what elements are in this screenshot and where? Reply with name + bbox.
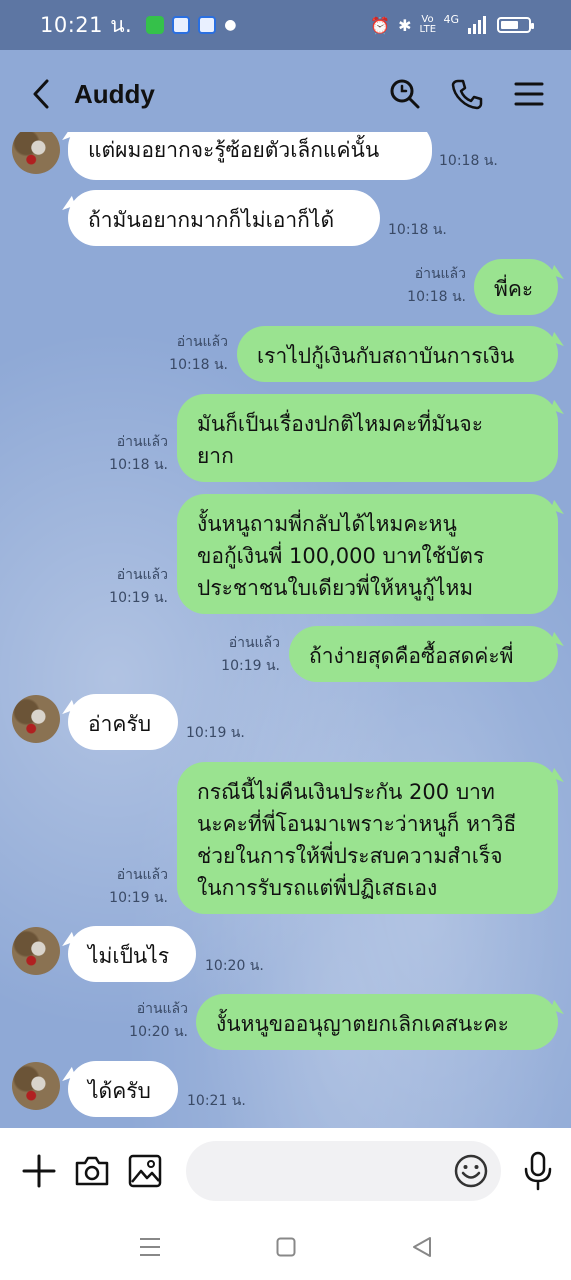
phone-icon[interactable] (449, 76, 485, 112)
message-time: 10:19 น. (109, 590, 168, 606)
read-status: อ่านแล้ว (116, 567, 168, 583)
message-time: 10:19 น. (109, 890, 168, 906)
message-time: 10:18 น. (388, 222, 447, 238)
read-status: อ่านแล้ว (228, 635, 280, 651)
microphone-icon[interactable] (523, 1149, 553, 1193)
avatar[interactable] (12, 695, 60, 743)
system-navigation-bar (0, 1214, 571, 1280)
message-text: ถ้ามันอยากมากก็ไม่เอาก็ได้ (88, 208, 335, 232)
chat-title[interactable]: Auddy (74, 79, 155, 110)
battery-icon (497, 17, 534, 33)
avatar[interactable] (12, 927, 60, 975)
signal-icon (468, 16, 486, 34)
emoji-icon[interactable] (453, 1153, 489, 1189)
messaging-app-icon (146, 16, 165, 34)
status-notification-icons: ● (146, 16, 236, 34)
message-time: 10:19 น. (221, 658, 280, 674)
message-bubble[interactable]: งั้นหนูถามพี่กลับได้ไหมคะหนู ขอกู้เงินพี… (177, 494, 558, 614)
message-bubble[interactable]: ได้ครับ (68, 1061, 178, 1117)
read-status: อ่านแล้ว (176, 334, 228, 350)
plus-icon[interactable] (22, 1151, 56, 1191)
network-label: 4G (443, 12, 459, 26)
avatar[interactable] (12, 1062, 60, 1110)
message-bubble[interactable]: ถ้าง่ายสุดคือซื้อสดค่ะพี่ (289, 626, 558, 682)
volte-label: Vo LTE (419, 14, 437, 35)
camera-icon[interactable] (74, 1151, 110, 1191)
read-status: อ่านแล้ว (116, 867, 168, 883)
more-dot-icon: ● (224, 17, 237, 33)
chat-message-list[interactable]: แต่ผมอยากจะรู้ซ้อยตัวเล็กแค่นั้น 10:18 น… (0, 132, 571, 1128)
message-text: งั้นหนูขออนุญาตยกเลิกเคสนะคะ (216, 1012, 509, 1036)
message-bubble[interactable]: ถ้ามันอยากมากก็ไม่เอาก็ได้ (68, 190, 380, 246)
message-text: งั้นหนูถามพี่กลับได้ไหมคะหนู ขอกู้เงินพี… (197, 512, 485, 600)
app-icon (172, 16, 191, 34)
message-text: แต่ผมอยากจะรู้ซ้อยตัวเล็กแค่นั้น (88, 138, 380, 162)
message-bubble[interactable]: แต่ผมอยากจะรู้ซ้อยตัวเล็กแค่นั้น (68, 132, 432, 180)
message-input-wrapper (180, 1141, 501, 1201)
message-bubble[interactable]: งั้นหนูขออนุญาตยกเลิกเคสนะคะ (196, 994, 558, 1050)
read-status: อ่านแล้ว (116, 434, 168, 450)
status-system-icons: ⏰ ✱ Vo LTE 4G (370, 12, 534, 35)
message-bubble[interactable]: พี่คะ (474, 259, 558, 315)
message-bubble[interactable]: อ่าครับ (68, 694, 178, 750)
read-status: อ่านแล้ว (414, 266, 466, 282)
image-icon[interactable] (128, 1151, 162, 1191)
chat-header: Auddy (0, 50, 571, 138)
bluetooth-icon: ✱ (398, 15, 412, 35)
message-bubble[interactable]: ไม่เป็นไร (68, 926, 196, 982)
message-bubble[interactable]: เราไปกู้เงินกับสถาบันการเงิน (237, 326, 558, 382)
message-time: 10:20 น. (205, 958, 264, 974)
alarm-icon: ⏰ (370, 15, 391, 35)
avatar[interactable] (12, 132, 60, 174)
back-nav-icon[interactable] (409, 1234, 435, 1260)
message-time: 10:18 น. (169, 357, 228, 373)
message-text: มันก็เป็นเรื่องปกติไหมคะที่มันจะ ยาก (197, 412, 483, 468)
message-text: ถ้าง่ายสุดคือซื้อสดค่ะพี่ (309, 644, 514, 668)
status-time: 10:21 น. (40, 12, 133, 37)
message-text: อ่าครับ (88, 712, 152, 736)
back-icon[interactable] (24, 74, 58, 114)
message-text: ไม่เป็นไร (88, 944, 170, 968)
status-bar: 10:21 น. ● ⏰ ✱ Vo LTE 4G (0, 0, 571, 50)
message-time: 10:19 น. (186, 725, 245, 741)
message-text: ได้ครับ (88, 1079, 151, 1103)
app-icon (198, 16, 217, 34)
message-bubble[interactable]: มันก็เป็นเรื่องปกติไหมคะที่มันจะ ยาก (177, 394, 558, 482)
message-time: 10:20 น. (129, 1024, 188, 1040)
message-composer (0, 1128, 571, 1214)
read-status: อ่านแล้ว (136, 1001, 188, 1017)
search-icon[interactable] (387, 76, 423, 112)
message-text: พี่คะ (494, 277, 534, 301)
message-time: 10:18 น. (109, 457, 168, 473)
menu-icon[interactable] (511, 76, 547, 112)
home-icon[interactable] (273, 1234, 299, 1260)
recents-icon[interactable] (137, 1234, 163, 1260)
message-text: เราไปกู้เงินกับสถาบันการเงิน (257, 344, 515, 368)
message-bubble[interactable]: กรณีนี้ไม่คืนเงินประกัน 200 บาท นะคะที่พ… (177, 762, 558, 914)
message-text: กรณีนี้ไม่คืนเงินประกัน 200 บาท นะคะที่พ… (197, 780, 517, 900)
message-time: 10:18 น. (439, 153, 498, 169)
message-time: 10:18 น. (407, 289, 466, 305)
message-time: 10:21 น. (187, 1093, 246, 1109)
